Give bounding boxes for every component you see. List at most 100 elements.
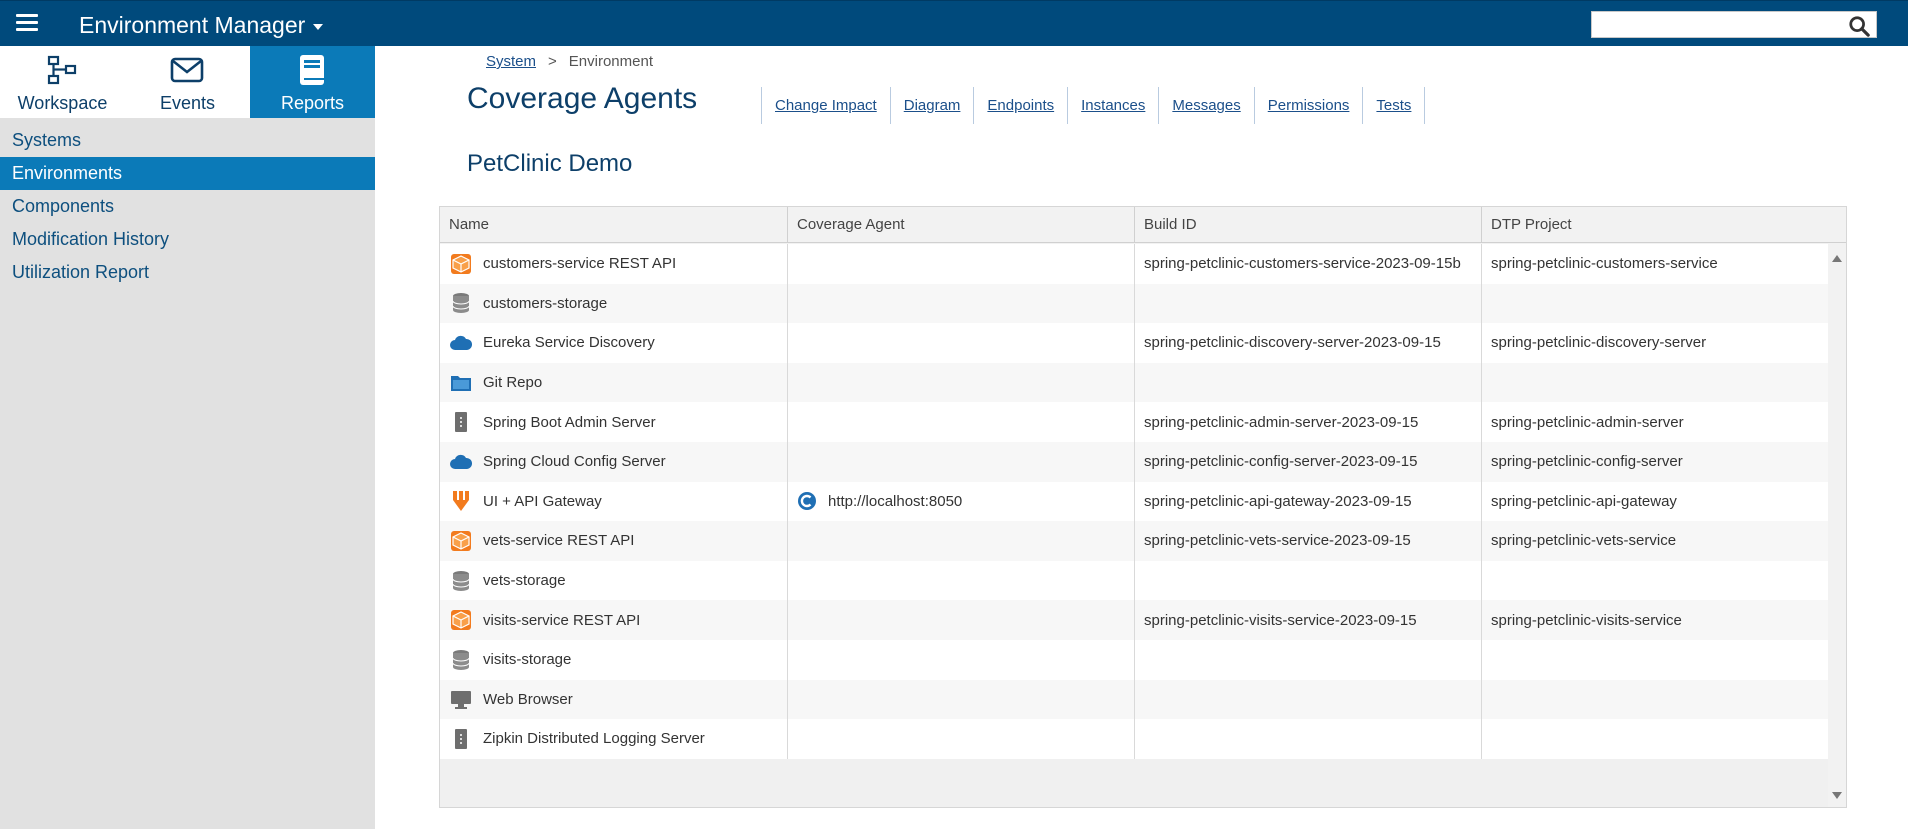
table-row[interactable]: Zipkin Distributed Logging Server	[440, 719, 1828, 759]
coverage-agent-cell[interactable]	[788, 600, 1135, 640]
build-id-cell[interactable]	[1135, 639, 1482, 680]
menu-icon[interactable]	[16, 14, 38, 32]
tab-reports[interactable]: Reports	[250, 46, 375, 118]
database-icon	[449, 648, 473, 672]
tab-workspace[interactable]: Workspace	[0, 46, 125, 118]
build-id-cell[interactable]: spring-petclinic-api-gateway-2023-09-15	[1135, 481, 1482, 522]
coverage-agent-cell[interactable]	[788, 560, 1135, 601]
breadcrumb-current: Environment	[568, 53, 653, 70]
build-id-cell[interactable]: spring-petclinic-discovery-server-2023-0…	[1135, 323, 1482, 363]
table-row[interactable]: customers-service REST API spring-petclin…	[440, 244, 1828, 284]
table-row[interactable]: Spring Boot Admin Server spring-petclinic…	[440, 402, 1828, 442]
build-id-cell[interactable]: spring-petclinic-vets-service-2023-09-15	[1135, 521, 1482, 561]
dtp-project: spring-petclinic-admin-server	[1491, 413, 1684, 431]
build-id: spring-petclinic-admin-server-2023-09-15	[1144, 413, 1419, 431]
scroll-down-icon[interactable]	[1830, 789, 1844, 803]
build-id-cell[interactable]	[1135, 283, 1482, 324]
coverage-agent-cell[interactable]	[788, 679, 1135, 720]
sidebar-item-environments[interactable]: Environments	[0, 157, 375, 190]
app-title-menu[interactable]: Environment Manager	[79, 12, 324, 39]
coverage-agent-cell[interactable]	[788, 362, 1135, 403]
build-id-cell[interactable]: spring-petclinic-visits-service-2023-09-…	[1135, 600, 1482, 640]
scroll-up-icon[interactable]	[1830, 251, 1844, 265]
coverage-agent-cell[interactable]	[788, 402, 1135, 442]
tab-events[interactable]: Events	[125, 46, 250, 118]
tab-change-impact[interactable]: Change Impact	[761, 87, 890, 124]
monitor-icon	[449, 687, 473, 711]
database-icon	[449, 569, 473, 593]
build-id-cell[interactable]: spring-petclinic-admin-server-2023-09-15	[1135, 402, 1482, 442]
sidebar-item-modification-history[interactable]: Modification History	[0, 223, 375, 256]
app-title: Environment Manager	[79, 12, 306, 38]
table-row[interactable]: visits-service REST API spring-petclinic-…	[440, 600, 1828, 640]
build-id-cell[interactable]	[1135, 719, 1482, 759]
dtp-project-cell[interactable]	[1482, 561, 1828, 601]
dtp-project-cell[interactable]: spring-petclinic-visits-service	[1482, 600, 1828, 640]
tab-messages[interactable]: Messages	[1158, 87, 1253, 124]
dtp-project-cell[interactable]	[1482, 680, 1828, 720]
component-name: Spring Cloud Config Server	[483, 453, 666, 471]
table-row[interactable]: Eureka Service Discovery spring-petclinic…	[440, 323, 1828, 363]
column-header-dtp-project[interactable]: DTP Project	[1482, 207, 1846, 243]
build-id-cell[interactable]: spring-petclinic-customers-service-2023-…	[1135, 244, 1482, 284]
dtp-project-cell[interactable]: spring-petclinic-api-gateway	[1482, 482, 1828, 522]
search-icon[interactable]	[1848, 15, 1870, 37]
coverage-agent-cell[interactable]	[788, 639, 1135, 680]
table-row[interactable]: customers-storage	[440, 283, 1828, 324]
build-id: spring-petclinic-config-server-2023-09-1…	[1144, 453, 1418, 471]
table-empty-area	[440, 759, 1828, 807]
table-row[interactable]: Spring Cloud Config Server spring-petclin…	[440, 441, 1828, 482]
build-id-cell[interactable]	[1135, 560, 1482, 601]
tab-tests[interactable]: Tests	[1362, 87, 1426, 124]
column-header-coverage-agent[interactable]: Coverage Agent	[788, 207, 1135, 243]
build-id-cell[interactable]: spring-petclinic-config-server-2023-09-1…	[1135, 441, 1482, 482]
search-input[interactable]	[1592, 12, 1842, 37]
dtp-project: spring-petclinic-customers-service	[1491, 255, 1718, 273]
coverage-agent-cell[interactable]	[788, 719, 1135, 759]
coverage-agent-cell[interactable]	[788, 323, 1135, 363]
build-id-cell[interactable]	[1135, 679, 1482, 720]
table-row[interactable]: Git Repo	[440, 362, 1828, 403]
tab-endpoints[interactable]: Endpoints	[973, 87, 1067, 124]
build-id: spring-petclinic-customers-service-2023-…	[1144, 255, 1461, 273]
dtp-project-cell[interactable]	[1482, 284, 1828, 324]
coverage-agent-cell[interactable]: http://localhost:8050	[788, 481, 1135, 522]
column-header-build-id[interactable]: Build ID	[1135, 207, 1482, 243]
table-row[interactable]: UI + API Gateway http://localhost:8050 spr…	[440, 481, 1828, 522]
dtp-project-cell[interactable]: spring-petclinic-config-server	[1482, 442, 1828, 482]
tab-diagram[interactable]: Diagram	[889, 87, 974, 124]
table-header: Name Coverage Agent Build ID DTP Project	[440, 207, 1846, 243]
dtp-project-cell[interactable]: spring-petclinic-discovery-server	[1482, 323, 1828, 363]
dtp-project-cell[interactable]	[1482, 719, 1828, 759]
sidebar-item-utilization-report[interactable]: Utilization Report	[0, 256, 375, 289]
search-box	[1591, 11, 1877, 38]
tab-workspace-label: Workspace	[17, 93, 108, 113]
tab-permissions[interactable]: Permissions	[1253, 87, 1363, 124]
dtp-project-cell[interactable]	[1482, 363, 1828, 403]
breadcrumb-separator: >	[548, 53, 557, 70]
sidebar-item-systems[interactable]: Systems	[0, 124, 375, 157]
dtp-project-cell[interactable]	[1482, 640, 1828, 680]
coverage-agent-cell[interactable]	[788, 441, 1135, 482]
table-row[interactable]: vets-service REST API spring-petclinic-ve…	[440, 521, 1828, 561]
table-row[interactable]: vets-storage	[440, 560, 1828, 601]
component-name: vets-storage	[483, 572, 566, 590]
sidebar-item-components[interactable]: Components	[0, 190, 375, 223]
tab-instances[interactable]: Instances	[1067, 87, 1158, 124]
dtp-project-cell[interactable]: spring-petclinic-vets-service	[1482, 521, 1828, 561]
component-name: visits-service REST API	[483, 611, 641, 629]
dtp-project-cell[interactable]: spring-petclinic-customers-service	[1482, 244, 1828, 284]
dtp-project-cell[interactable]: spring-petclinic-admin-server	[1482, 402, 1828, 442]
nav-tabs: Workspace Events Reports	[0, 46, 375, 118]
column-header-name[interactable]: Name	[440, 207, 788, 243]
table-row[interactable]: Web Browser	[440, 679, 1828, 720]
breadcrumb-system-link[interactable]: System	[486, 53, 536, 70]
coverage-agent-cell[interactable]	[788, 283, 1135, 324]
coverage-agent-cell[interactable]	[788, 521, 1135, 561]
build-id-cell[interactable]	[1135, 362, 1482, 403]
dtp-project: spring-petclinic-api-gateway	[1491, 492, 1677, 510]
table-row[interactable]: visits-storage	[440, 639, 1828, 680]
coverage-agent-cell[interactable]	[788, 244, 1135, 284]
name-cell: vets-service REST API	[440, 521, 788, 561]
page-title: Coverage Agents	[467, 82, 698, 115]
